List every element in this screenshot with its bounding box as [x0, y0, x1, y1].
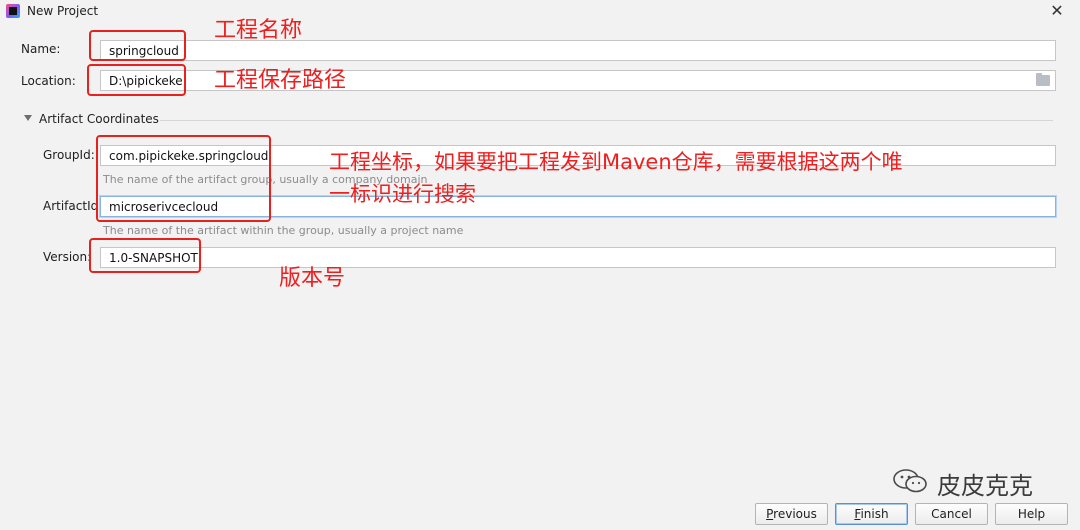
artifactid-hint: The name of the artifact within the grou…: [103, 224, 464, 237]
section-divider: [160, 120, 1053, 121]
finish-label: inish: [860, 507, 889, 521]
expand-triangle-icon[interactable]: [24, 115, 32, 121]
coordinates-annotation-line2: 一标识进行搜索: [329, 182, 476, 206]
version-annotation: 版本号: [279, 266, 346, 291]
name-label: Name:: [21, 42, 61, 56]
location-label: Location:: [21, 74, 76, 88]
section-title: Artifact Coordinates: [39, 112, 159, 126]
version-highlight-box: [89, 238, 201, 273]
watermark-text: 皮皮克克: [937, 472, 1033, 500]
intellij-app-icon: [6, 4, 20, 18]
close-icon[interactable]: ✕: [1048, 2, 1066, 20]
folder-icon[interactable]: [1036, 73, 1050, 86]
name-annotation: 工程名称: [214, 18, 303, 43]
version-input[interactable]: [100, 247, 1056, 268]
cancel-button[interactable]: Cancel: [915, 503, 988, 525]
wechat-icon: [893, 469, 927, 493]
coordinates-annotation-line1: 工程坐标，如果要把工程发到Maven仓库，需要根据这两个唯: [329, 150, 903, 174]
coordinates-highlight-box: [96, 135, 271, 222]
location-annotation: 工程保存路径: [214, 68, 347, 93]
artifactid-label: ArtifactId:: [43, 199, 103, 213]
location-highlight-box: [87, 64, 186, 96]
name-highlight-box: [89, 30, 186, 61]
previous-button[interactable]: Previous: [755, 503, 828, 525]
version-label: Version:: [43, 250, 92, 264]
finish-button[interactable]: Finish: [835, 503, 908, 525]
window-title: New Project: [27, 4, 99, 18]
groupid-label: GroupId:: [43, 148, 95, 162]
help-button[interactable]: Help: [995, 503, 1068, 525]
title-bar: New Project ✕: [0, 0, 1080, 24]
previous-label: revious: [773, 507, 817, 521]
